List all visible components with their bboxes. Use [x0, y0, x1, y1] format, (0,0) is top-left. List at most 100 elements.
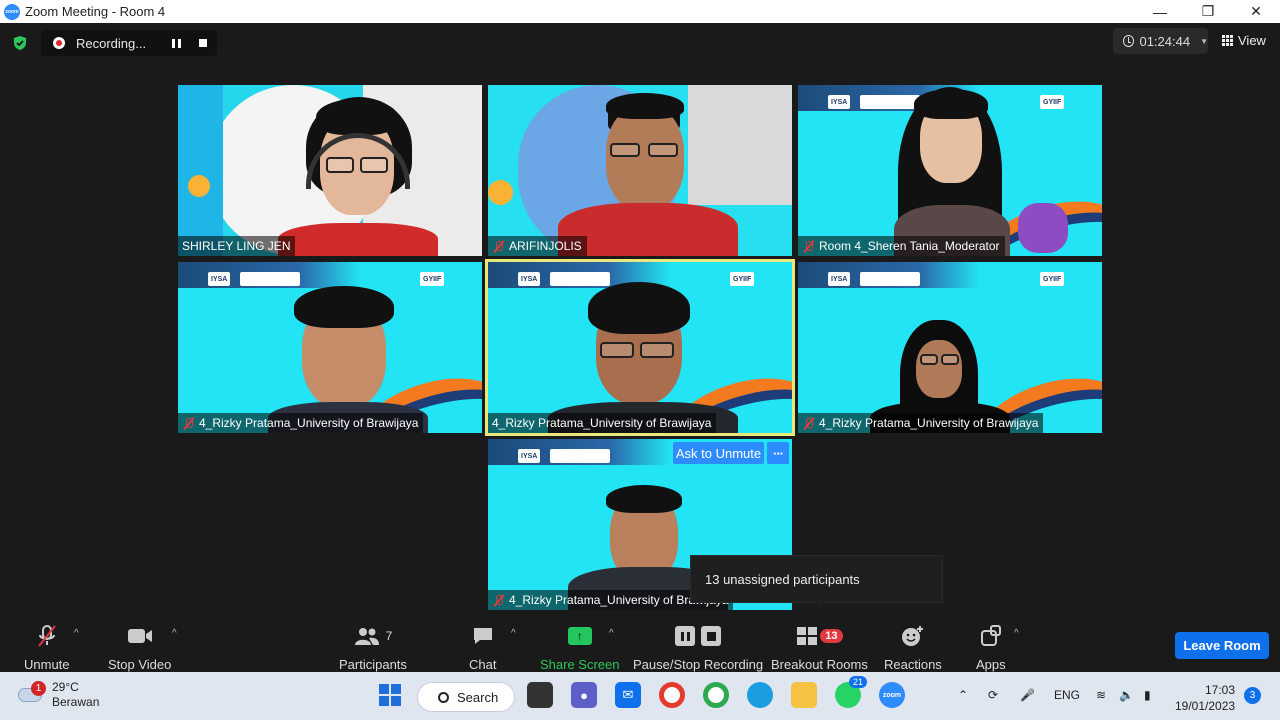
search-icon	[438, 691, 449, 703]
tile-name-label: SHIRLEY LING JEN	[178, 236, 296, 256]
close-button[interactable]: ✕	[1232, 0, 1280, 23]
muted-mic-icon	[492, 594, 505, 607]
chat-button[interactable]: Chat	[469, 624, 496, 672]
apps-options-caret-icon[interactable]: ^	[1014, 628, 1019, 639]
windows-taskbar: 1 29°C Berawan Search ● ✉ 21 zoom ⌃ ⟳ 🎤 …	[0, 672, 1280, 720]
pause-stop-recording-button[interactable]: Pause/Stop Recording	[633, 624, 763, 672]
recording-indicator: Recording...	[41, 30, 217, 56]
sync-icon[interactable]: ⟳	[988, 688, 998, 702]
muted-mic-icon	[182, 417, 195, 430]
tile-name-label: ARIFINJOLIS	[488, 236, 587, 256]
pause-icon	[675, 626, 696, 646]
unmute-button[interactable]: Unmute	[24, 624, 70, 672]
iysa-logo: IYSA	[828, 95, 851, 109]
iysa-logo: IYSA	[828, 272, 851, 286]
reactions-button[interactable]: Reactions	[884, 624, 942, 672]
breakout-rooms-button[interactable]: 13 Breakout Rooms	[771, 624, 868, 672]
video-tile[interactable]: IYSA GYIIF Room 4_Sheren Tania_Moderator	[798, 85, 1102, 256]
recording-dot-icon	[53, 37, 65, 49]
share-options-caret-icon[interactable]: ^	[609, 628, 614, 639]
recording-label: Recording...	[76, 35, 147, 51]
breakout-tooltip: 13 unassigned participants	[690, 555, 943, 609]
teams-chat-icon[interactable]: ●	[571, 682, 597, 708]
gyiif-logo: GYIIF	[420, 272, 445, 286]
ask-to-unmute-button[interactable]: Ask to Unmute	[673, 442, 764, 464]
video-camera-icon	[127, 629, 152, 643]
weather-desc: Berawan	[52, 695, 100, 709]
volume-icon[interactable]: 🔈	[1119, 688, 1134, 702]
participants-button[interactable]: 7 Participants	[339, 624, 407, 672]
stop-icon	[701, 626, 722, 646]
sponsor-logo	[240, 272, 300, 286]
file-explorer-icon[interactable]	[791, 682, 817, 708]
sponsor-logo	[550, 449, 610, 463]
chat-options-caret-icon[interactable]: ^	[511, 628, 516, 639]
video-options-caret-icon[interactable]: ^	[172, 628, 177, 639]
video-tile[interactable]: IYSA GYIIF 4_Rizky Pratama_University of…	[178, 262, 482, 433]
windows-start-icon[interactable]	[377, 682, 403, 708]
share-screen-button[interactable]: ↑ Share Screen	[540, 624, 620, 672]
meeting-timer[interactable]: 01:24:44 ▼	[1113, 28, 1208, 54]
minimize-button[interactable]: —	[1136, 0, 1184, 23]
meeting-controls: Unmute ^ Stop Video ^ 7 Participants Cha…	[0, 614, 1280, 672]
grid-view-icon	[1222, 35, 1233, 46]
weather-widget[interactable]: 1 29°C Berawan	[18, 680, 99, 710]
more-options-button[interactable]: ···	[767, 442, 789, 464]
breakout-count-badge: 13	[820, 629, 843, 643]
microphone-icon[interactable]: 🎤	[1020, 688, 1035, 702]
chrome-icon[interactable]	[659, 682, 685, 708]
iysa-logo: IYSA	[208, 272, 231, 286]
tile-name-label: 4_Rizky Pratama_University of Brawijaya	[798, 413, 1044, 433]
battery-icon[interactable]: ▮	[1144, 688, 1151, 702]
sponsor-logo	[860, 272, 920, 286]
tray-chevron-up-icon[interactable]: ⌃	[958, 688, 968, 702]
zoom-taskbar-icon[interactable]: zoom	[879, 682, 905, 708]
notification-badge[interactable]: 3	[1244, 687, 1261, 704]
view-button[interactable]: View	[1222, 33, 1266, 48]
pause-recording-icon[interactable]	[169, 36, 183, 50]
security-shield-icon[interactable]	[12, 35, 28, 51]
video-tile-active-speaker[interactable]: IYSA GYIIF 4_Rizky Pratama_University of…	[485, 259, 795, 436]
window-title: Zoom Meeting - Room 4	[25, 4, 166, 19]
audio-options-caret-icon[interactable]: ^	[74, 628, 79, 639]
gyiif-logo: GYIIF	[730, 272, 755, 286]
chat-bubble-icon	[473, 628, 492, 644]
stop-recording-icon[interactable]	[199, 39, 207, 47]
sponsor-logo	[860, 95, 920, 109]
whatsapp-icon[interactable]: 21	[835, 676, 867, 708]
stop-video-button[interactable]: Stop Video	[108, 624, 171, 672]
apps-button[interactable]: Apps	[976, 624, 1006, 672]
language-indicator[interactable]: ENG	[1054, 688, 1080, 702]
view-label: View	[1238, 33, 1266, 48]
muted-mic-icon	[802, 417, 815, 430]
cloud-icon: 1	[18, 681, 46, 702]
whatsapp-badge: 21	[848, 676, 867, 688]
video-tile[interactable]: ARIFINJOLIS	[488, 85, 792, 256]
restore-button[interactable]: ❐	[1184, 0, 1232, 23]
title-bar: zoom Zoom Meeting - Room 4 — ❐ ✕	[0, 0, 1280, 23]
taskbar-search[interactable]: Search	[417, 682, 515, 712]
iysa-logo: IYSA	[518, 449, 541, 463]
smiley-add-icon	[901, 626, 923, 646]
chevron-down-icon: ▼	[1200, 36, 1208, 46]
edge-icon[interactable]	[747, 682, 773, 708]
apps-icon	[980, 625, 1001, 646]
wifi-icon[interactable]: ≋	[1096, 688, 1106, 702]
sponsor-logo	[550, 272, 610, 286]
tile-name-label: 4_Rizky Pratama_University of Brawijaya	[178, 413, 424, 433]
weather-badge: 1	[31, 681, 46, 696]
task-view-icon[interactable]	[527, 682, 553, 708]
weather-temp: 29°C	[52, 680, 79, 694]
system-clock[interactable]: 17:03 19/01/2023	[1175, 682, 1235, 714]
muted-mic-icon	[802, 240, 815, 253]
chrome-profile-icon[interactable]	[703, 682, 729, 708]
video-tile[interactable]: SHIRLEY LING JEN	[178, 85, 482, 256]
clock-icon	[1123, 35, 1135, 47]
zoom-logo-icon: zoom	[4, 3, 20, 20]
mail-icon[interactable]: ✉	[615, 682, 641, 708]
tile-name-label: Room 4_Sheren Tania_Moderator	[798, 236, 1005, 256]
muted-mic-icon	[37, 625, 56, 647]
participants-icon	[354, 628, 379, 645]
leave-room-button[interactable]: Leave Room	[1175, 632, 1269, 659]
video-tile[interactable]: IYSA GYIIF 4_Rizky Pratama_University of…	[798, 262, 1102, 433]
